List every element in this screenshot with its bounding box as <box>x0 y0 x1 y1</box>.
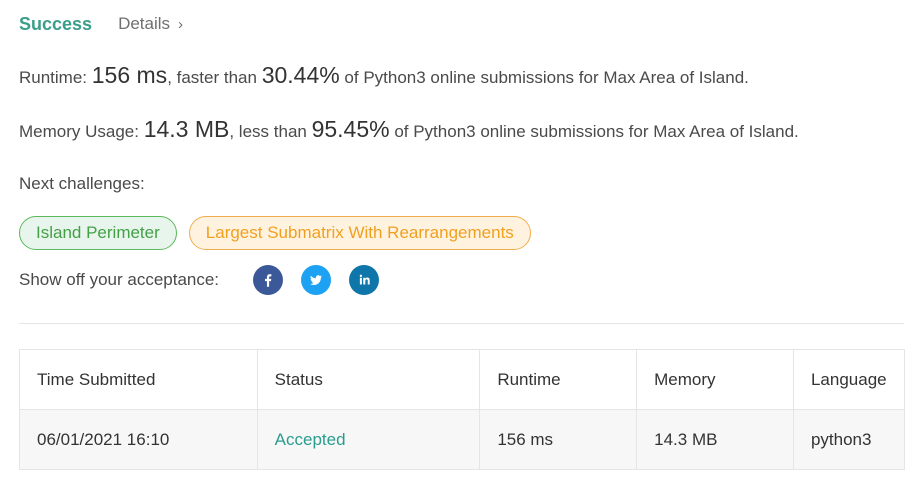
runtime-suffix: of Python3 online submissions for Max Ar… <box>339 68 749 87</box>
cell-time-submitted: 06/01/2021 16:10 <box>19 409 258 470</box>
next-challenges-label: Next challenges: <box>19 174 145 193</box>
details-label: Details <box>118 14 171 33</box>
facebook-icon[interactable] <box>253 265 284 295</box>
share-row: Show off your acceptance: <box>19 264 380 296</box>
result-header: Success Details › <box>19 12 183 36</box>
challenge-chip-island-perimeter[interactable]: Island Perimeter <box>19 216 177 250</box>
table-header-row: Time Submitted Status Runtime Memory Lan… <box>19 349 906 410</box>
twitter-icon[interactable] <box>301 265 332 295</box>
header-status: Status <box>256 349 481 410</box>
cell-language: python3 <box>792 409 906 470</box>
runtime-value: 156 ms <box>91 62 168 88</box>
share-label: Show off your acceptance: <box>19 270 220 289</box>
memory-percent: 95.45% <box>311 116 390 142</box>
header-language: Language <box>792 349 906 410</box>
linkedin-icon[interactable] <box>349 265 380 295</box>
header-runtime: Runtime <box>479 349 638 410</box>
memory-label: Memory Usage: <box>19 122 144 141</box>
table-row: 06/01/2021 16:10 Accepted 156 ms 14.3 MB… <box>19 409 906 470</box>
cell-memory: 14.3 MB <box>636 409 794 470</box>
memory-stat: Memory Usage: 14.3 MB, less than 95.45% … <box>19 116 799 143</box>
section-divider <box>19 323 904 324</box>
memory-value: 14.3 MB <box>143 116 230 142</box>
runtime-stat: Runtime: 156 ms, faster than 30.44% of P… <box>19 62 749 89</box>
chevron-right-icon: › <box>178 15 184 33</box>
result-status-title: Success <box>19 13 93 34</box>
cell-status: Accepted <box>256 409 481 470</box>
status-accepted-link[interactable]: Accepted <box>275 430 346 449</box>
submissions-table: Time Submitted Status Runtime Memory Lan… <box>19 349 906 470</box>
runtime-mid-text: , faster than <box>167 68 262 87</box>
memory-suffix: of Python3 online submissions for Max Ar… <box>389 122 799 141</box>
memory-mid-text: , less than <box>229 122 312 141</box>
cell-runtime: 156 ms <box>479 409 638 470</box>
runtime-percent: 30.44% <box>261 62 340 88</box>
next-challenges-list: Island Perimeter Largest Submatrix With … <box>19 216 531 250</box>
challenge-chip-largest-submatrix[interactable]: Largest Submatrix With Rearrangements <box>188 216 531 250</box>
header-time-submitted: Time Submitted <box>19 349 258 410</box>
runtime-label: Runtime: <box>19 68 92 87</box>
details-link[interactable]: Details › <box>118 14 183 34</box>
header-memory: Memory <box>636 349 794 410</box>
share-icons <box>253 265 380 295</box>
